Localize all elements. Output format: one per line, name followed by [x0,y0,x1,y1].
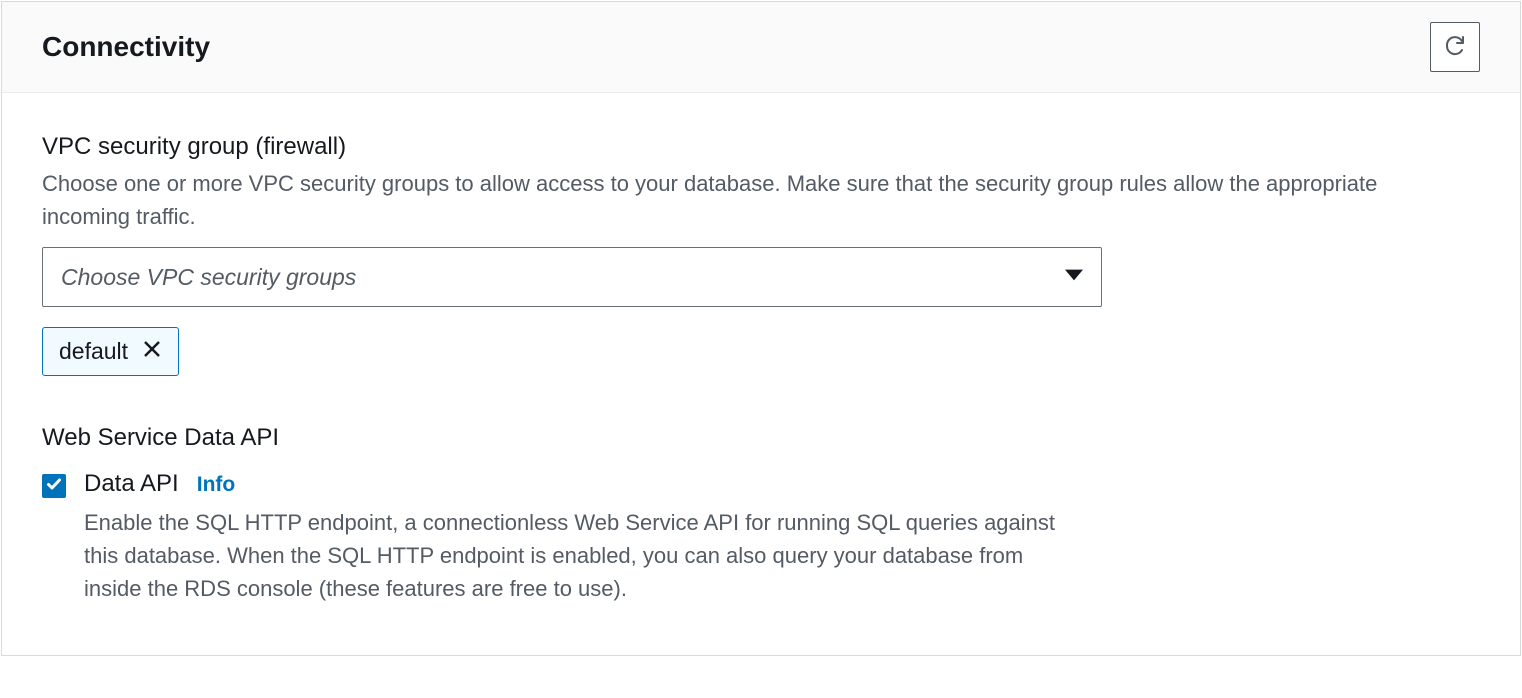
data-api-content: Data API Info Enable the SQL HTTP endpoi… [84,470,1480,605]
data-api-section: Web Service Data API Data API Info Enabl… [42,424,1480,605]
select-placeholder: Choose VPC security groups [61,264,356,291]
connectivity-panel: Connectivity VPC security group (firewal… [1,1,1521,656]
data-api-label: Data API [84,470,179,498]
panel-body: VPC security group (firewall) Choose one… [2,93,1520,655]
data-api-label-row: Data API Info [84,470,1480,498]
vpc-field-label: VPC security group (firewall) [42,133,1480,161]
vpc-token-default: default [42,327,179,376]
refresh-icon [1443,33,1467,62]
token-remove-button[interactable] [142,338,162,365]
vpc-security-group-select[interactable]: Choose VPC security groups [42,247,1102,307]
token-label: default [59,338,128,365]
vpc-select-wrapper: Choose VPC security groups [42,247,1102,307]
data-api-checkbox-row: Data API Info Enable the SQL HTTP endpoi… [42,470,1480,605]
data-api-checkbox[interactable] [42,474,66,498]
panel-title: Connectivity [42,31,210,63]
vpc-security-group-field: VPC security group (firewall) Choose one… [42,133,1480,376]
refresh-button[interactable] [1430,22,1480,72]
checkmark-icon [46,476,62,497]
panel-header: Connectivity [2,2,1520,93]
close-icon [142,338,162,365]
data-api-description: Enable the SQL HTTP endpoint, a connecti… [84,506,1064,605]
vpc-field-description: Choose one or more VPC security groups t… [42,167,1392,233]
data-api-info-link[interactable]: Info [197,473,235,497]
data-api-heading: Web Service Data API [42,424,1480,452]
caret-down-icon [1065,266,1083,289]
